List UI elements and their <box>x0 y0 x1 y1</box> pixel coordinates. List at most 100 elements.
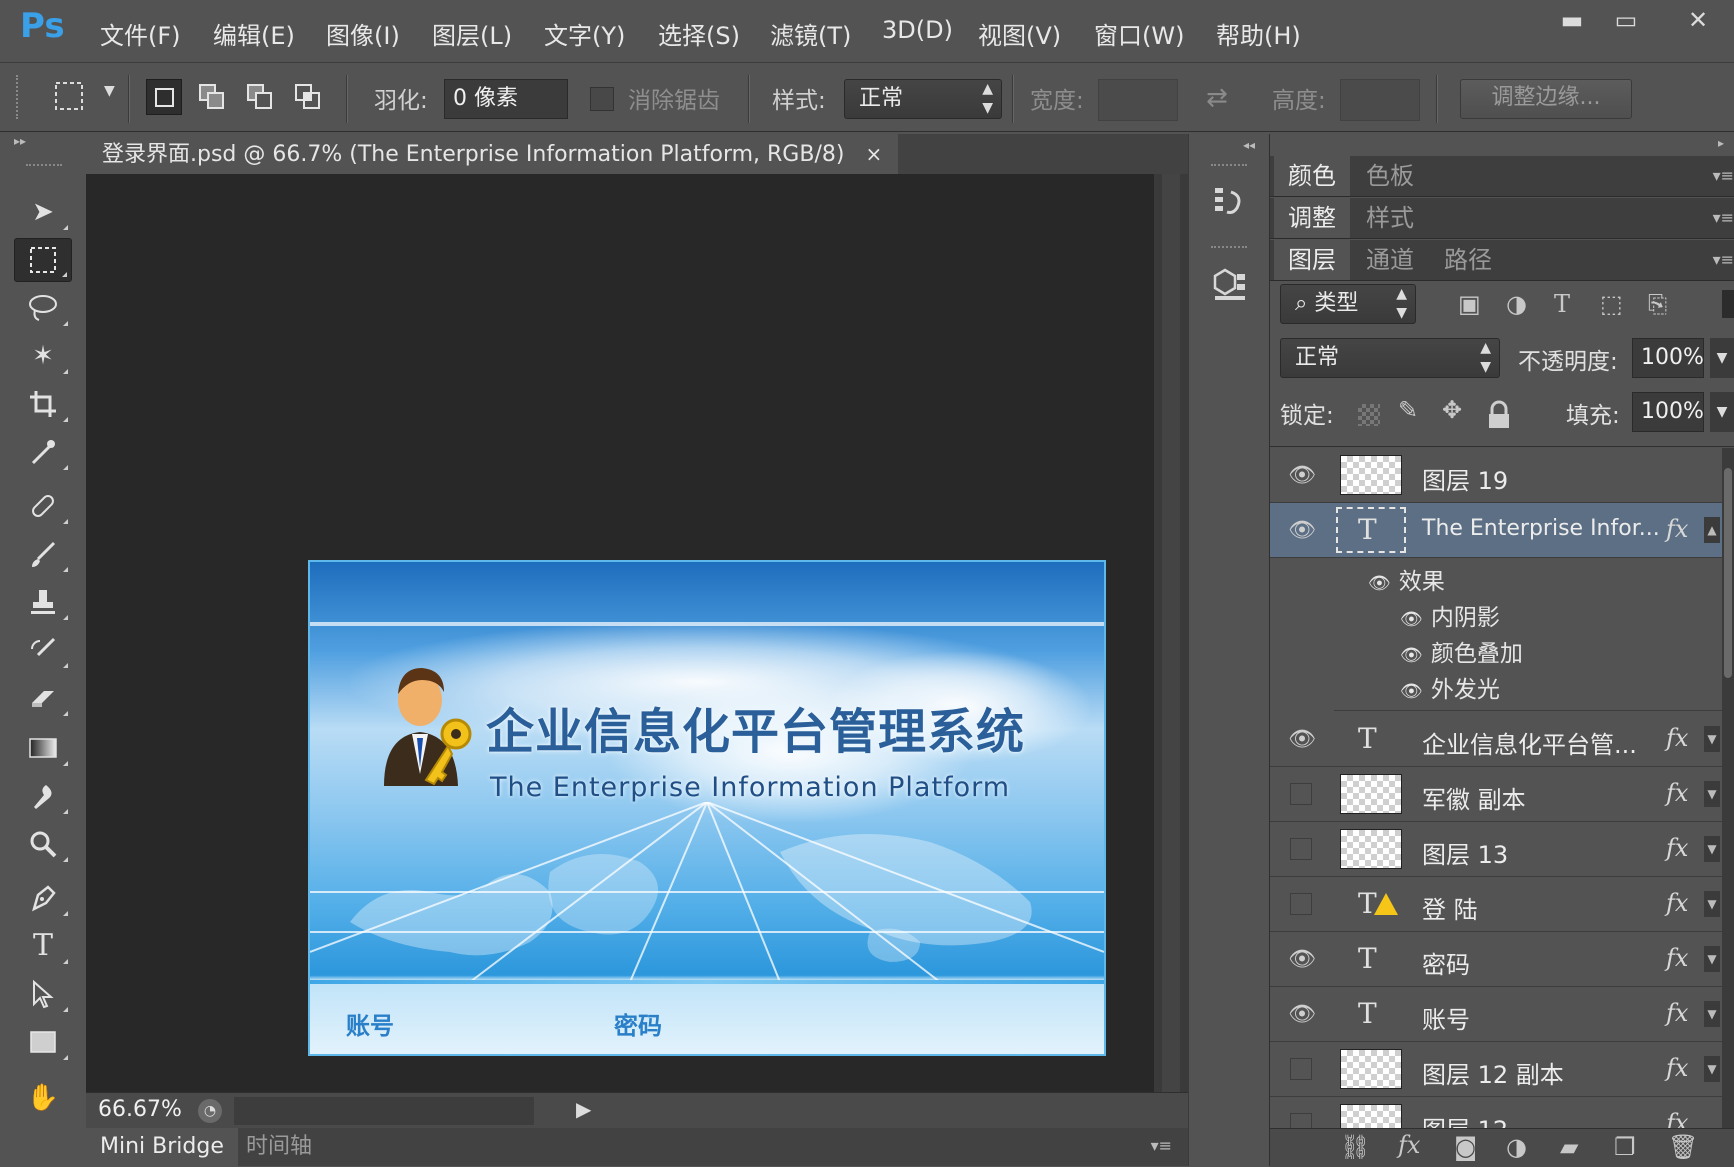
menu-layer[interactable]: 图层(L) <box>432 16 512 51</box>
eye-icon[interactable]: 👁 <box>1400 609 1423 630</box>
lock-all-icon[interactable] <box>1486 400 1512 430</box>
eye-icon[interactable]: 👁 <box>1368 573 1391 594</box>
effect-item[interactable]: 👁 外发光 <box>1400 670 1500 707</box>
menu-select[interactable]: 选择(S) <box>658 16 740 51</box>
panel-menu-icon[interactable]: ▾≡ <box>1713 250 1734 269</box>
fx-icon[interactable]: fx <box>1666 515 1688 543</box>
canvas-area[interactable]: 企业信息化平台管理系统 The Enterprise Information P… <box>86 174 1154 1092</box>
menu-file[interactable]: 文件(F) <box>100 16 181 51</box>
visibility-toggle[interactable] <box>1290 893 1312 915</box>
horizontal-scrollbar[interactable] <box>234 1097 534 1125</box>
effect-item[interactable]: 👁 内阴影 <box>1400 598 1500 635</box>
height-input[interactable] <box>1340 79 1420 121</box>
eye-icon[interactable]: 👁 <box>1400 681 1423 702</box>
expand-effects-icon[interactable]: ▼ <box>1704 1056 1720 1082</box>
trash-icon[interactable]: 🗑 <box>1668 1133 1698 1161</box>
filter-shape-icon[interactable]: ⬚ <box>1600 290 1623 318</box>
minimize-button[interactable]: ▬ <box>1550 2 1594 38</box>
layer-row[interactable]: 👁 T 账号 fx ▼ <box>1270 987 1722 1042</box>
refine-edge-button[interactable]: 调整边缘... <box>1460 79 1632 119</box>
fx-icon[interactable]: fx <box>1666 1054 1688 1082</box>
blend-mode-select[interactable]: 正常 ▲ ▼ <box>1280 338 1500 378</box>
fill-input[interactable]: 100% <box>1632 392 1704 432</box>
width-input[interactable] <box>1098 79 1178 121</box>
panel-menu-icon[interactable]: ▾≡ <box>1713 208 1734 227</box>
filter-smart-object-icon[interactable]: ⎘ <box>1648 290 1667 318</box>
close-document-icon[interactable]: × <box>865 142 882 166</box>
fx-icon[interactable]: fx <box>1666 1109 1688 1128</box>
menu-view[interactable]: 视图(V) <box>978 16 1061 51</box>
history-brush-tool-icon[interactable] <box>14 628 72 672</box>
tab-mini-bridge[interactable]: Mini Bridge <box>86 1128 238 1166</box>
fx-icon[interactable]: fx <box>1666 834 1688 862</box>
layer-row[interactable]: 图层 12 副本 fx ▼ <box>1270 1042 1722 1097</box>
tab-layers[interactable]: 图层 <box>1274 240 1350 280</box>
zoom-level[interactable]: 66.67% <box>98 1097 182 1122</box>
eyedropper-tool-icon[interactable] <box>14 430 72 474</box>
add-selection-icon[interactable] <box>194 79 230 115</box>
new-selection-icon[interactable] <box>146 79 182 115</box>
fx-icon[interactable]: fx <box>1666 944 1688 972</box>
menu-image[interactable]: 图像(I) <box>326 16 400 51</box>
opacity-input[interactable]: 100% <box>1632 338 1704 378</box>
menu-filter[interactable]: 滤镜(T) <box>770 16 851 51</box>
expand-effects-icon[interactable]: ▼ <box>1704 1001 1720 1027</box>
layers-scroll-thumb[interactable] <box>1724 468 1732 678</box>
visibility-toggle[interactable] <box>1290 1058 1312 1080</box>
collapse-effects-icon[interactable]: ▲ <box>1704 517 1720 543</box>
opacity-dropdown-icon[interactable]: ▼ <box>1710 338 1734 378</box>
marquee-tool-icon[interactable] <box>14 238 72 282</box>
blur-tool-icon[interactable] <box>14 774 72 818</box>
panel-menu-icon[interactable]: ▾≡ <box>1713 166 1734 185</box>
fx-icon[interactable]: fx <box>1398 1131 1420 1159</box>
status-menu-arrow-icon[interactable]: ▶ <box>576 1097 591 1121</box>
restore-button[interactable]: ▭ <box>1604 2 1648 38</box>
effect-item[interactable]: 👁 颜色叠加 <box>1400 634 1523 671</box>
tab-paths[interactable]: 路径 <box>1430 240 1506 280</box>
visibility-toggle[interactable] <box>1290 838 1312 860</box>
group-icon[interactable]: ▰ <box>1560 1133 1578 1161</box>
fx-icon[interactable]: fx <box>1666 724 1688 752</box>
vertical-scrollbar[interactable] <box>1154 174 1188 1092</box>
pen-tool-icon[interactable] <box>14 876 72 920</box>
preset-dropdown-icon[interactable]: ▼ <box>104 83 115 99</box>
expand-effects-icon[interactable]: ▼ <box>1704 836 1720 862</box>
fill-dropdown-icon[interactable]: ▼ <box>1710 392 1734 432</box>
clone-stamp-tool-icon[interactable] <box>14 580 72 624</box>
expand-effects-icon[interactable]: ▼ <box>1704 946 1720 972</box>
eye-icon[interactable]: 👁 <box>1288 1001 1316 1029</box>
menu-help[interactable]: 帮助(H) <box>1216 16 1301 51</box>
toolbar-grip[interactable] <box>26 164 62 170</box>
dodge-tool-icon[interactable] <box>14 822 72 866</box>
intersect-selection-icon[interactable] <box>290 79 326 115</box>
layer-filter-select[interactable]: ⌕ 类型 ▲ ▼ <box>1280 284 1416 324</box>
eye-icon[interactable]: 👁 <box>1288 946 1316 974</box>
filter-toggle[interactable] <box>1722 290 1734 318</box>
eye-icon[interactable]: 👁 <box>1288 517 1316 545</box>
menu-window[interactable]: 窗口(W) <box>1094 16 1184 51</box>
expand-effects-icon[interactable]: ▼ <box>1704 891 1720 917</box>
layer-row[interactable]: 👁 图层 19 <box>1270 448 1722 503</box>
gradient-tool-icon[interactable] <box>14 726 72 770</box>
tab-swatches[interactable]: 色板 <box>1352 156 1428 196</box>
collapse-toolbar-icon[interactable]: ▸▸ <box>14 134 72 148</box>
3d-panel-icon[interactable] <box>1209 264 1249 304</box>
options-grip[interactable] <box>16 75 22 119</box>
tab-color[interactable]: 颜色 <box>1274 156 1350 196</box>
crop-tool-icon[interactable] <box>14 382 72 426</box>
fx-icon[interactable]: fx <box>1666 779 1688 807</box>
document-tab[interactable]: 登录界面.psd @ 66.7% (The Enterprise Informa… <box>86 134 899 174</box>
new-layer-icon[interactable]: ❐ <box>1614 1133 1636 1161</box>
link-icon[interactable]: ⛓ <box>1340 1133 1370 1161</box>
effects-header[interactable]: 👁 效果 <box>1368 562 1445 599</box>
tab-channels[interactable]: 通道 <box>1352 240 1428 280</box>
hand-tool-icon[interactable]: ✋ <box>14 1076 72 1120</box>
swap-dimensions-icon[interactable]: ⇄ <box>1206 83 1228 113</box>
lasso-tool-icon[interactable] <box>14 286 72 330</box>
lock-position-icon[interactable]: ✥ <box>1442 396 1462 424</box>
healing-brush-tool-icon[interactable] <box>14 484 72 528</box>
mask-icon[interactable]: ◙ <box>1454 1133 1477 1161</box>
marquee-preset-icon[interactable] <box>54 81 84 111</box>
eye-icon[interactable]: 👁 <box>1400 645 1423 666</box>
fx-icon[interactable]: fx <box>1666 999 1688 1027</box>
